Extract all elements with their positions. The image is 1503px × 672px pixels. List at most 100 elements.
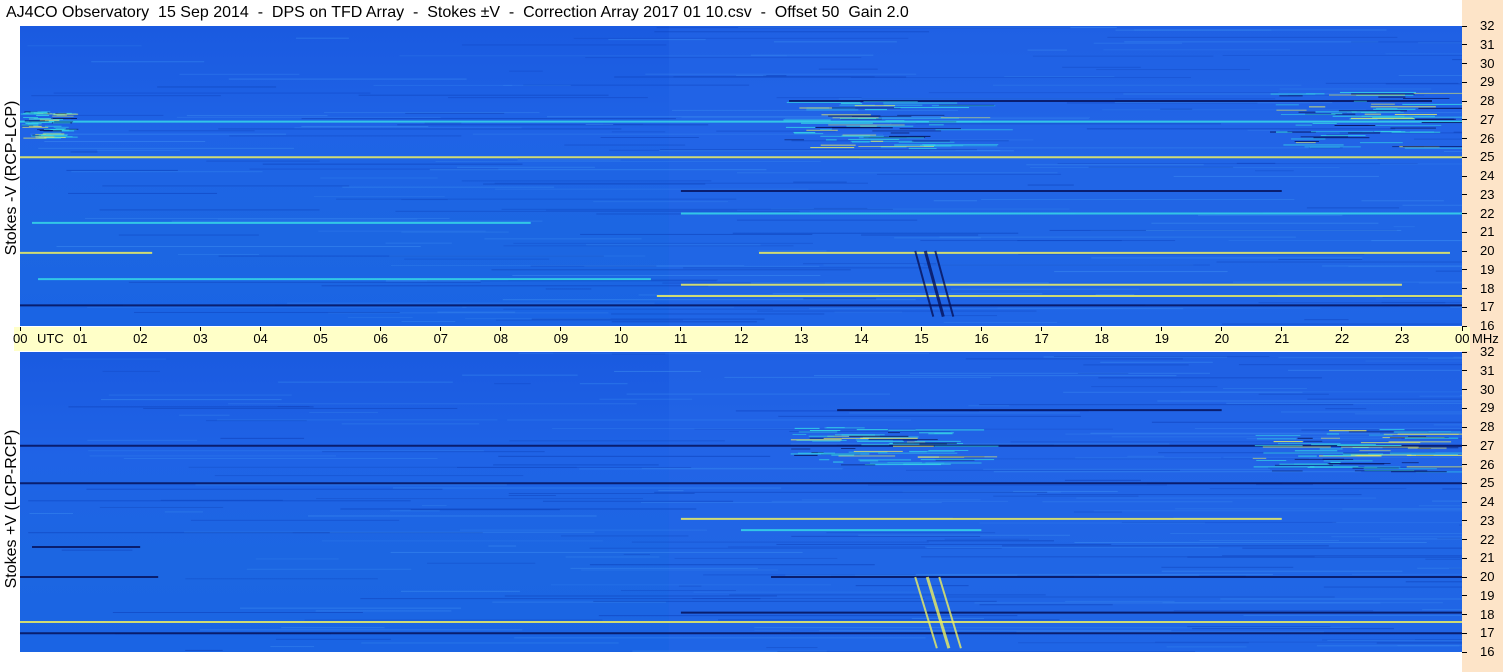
noise-streak [509, 70, 543, 72]
mhz-tick-mark [1462, 614, 1467, 615]
mhz-tick-label: 30 [1480, 381, 1495, 397]
noise-streak [674, 557, 838, 559]
noise-streak [772, 293, 1043, 295]
mhz-tick-mark [1462, 231, 1467, 233]
mhz-tick-mark [1462, 426, 1467, 428]
patch-streak [43, 128, 65, 130]
noise-streak [275, 638, 391, 640]
noise-streak [1375, 298, 1462, 300]
noise-streak [834, 311, 903, 313]
noise-streak [1095, 294, 1135, 296]
mhz-tick-mark [1462, 482, 1467, 484]
patch-streak [916, 121, 982, 123]
noise-streak [1209, 488, 1407, 490]
noise-streak [457, 466, 692, 468]
patch-streak [849, 435, 909, 437]
patch-streak [1298, 111, 1316, 113]
patch-streak [931, 105, 996, 107]
noise-streak [1192, 628, 1394, 630]
patch-streak [825, 139, 837, 141]
noise-streak [1452, 59, 1462, 61]
noise-streak [1307, 398, 1462, 400]
noise-streak [360, 598, 761, 600]
noise-streak [199, 629, 523, 631]
noise-streak [1331, 536, 1462, 538]
noise-streak [818, 68, 878, 70]
utc-tick-label: 18 [1094, 331, 1109, 346]
noise-streak [118, 234, 259, 236]
patch-streak [1364, 466, 1401, 468]
noise-streak [906, 469, 1180, 471]
noise-streak [509, 440, 725, 442]
noise-streak [518, 352, 930, 354]
noise-streak [171, 220, 543, 222]
noise-streak [1223, 456, 1462, 458]
mhz-tick-mark [1462, 175, 1467, 177]
patch-streak [809, 430, 841, 432]
noise-streak [1450, 306, 1462, 308]
patch-streak [832, 117, 879, 119]
mhz-tick-mark [1462, 288, 1467, 289]
noise-streak [1161, 566, 1294, 568]
noise-streak [979, 604, 1113, 606]
spectral-line [680, 611, 1462, 614]
patch-streak [29, 118, 53, 120]
noise-streak [316, 498, 644, 500]
patch-streak [833, 461, 844, 463]
noise-streak [1365, 360, 1462, 362]
patch-streak [1359, 142, 1403, 144]
patch-streak [1298, 455, 1317, 457]
mhz-tick-mark [1462, 389, 1467, 390]
noise-streak [1083, 364, 1189, 366]
noise-streak [1030, 166, 1340, 168]
noise-streak [190, 519, 400, 521]
patch-streak [854, 105, 896, 107]
noise-streak [598, 615, 1018, 617]
noise-streak [867, 484, 1167, 486]
spectral-line [20, 304, 1462, 307]
noise-streak [512, 275, 821, 277]
noise-streak [1435, 270, 1462, 272]
noise-streak [861, 234, 979, 236]
patch-streak [898, 141, 955, 143]
noise-streak [729, 594, 1046, 596]
patch-streak [1334, 124, 1376, 126]
noise-streak [1419, 395, 1462, 397]
noise-streak [255, 558, 339, 560]
noise-streak [228, 403, 637, 405]
noise-streak [724, 376, 991, 378]
noise-streak [968, 405, 1010, 407]
noise-streak [809, 308, 1184, 310]
noise-streak [1304, 319, 1349, 321]
noise-streak [508, 492, 695, 494]
noise-streak [573, 37, 909, 39]
noise-streak [61, 549, 133, 551]
utc-tick-label: 23 [1394, 331, 1410, 346]
noise-streak [342, 186, 555, 188]
patch-streak [869, 462, 945, 464]
patch-streak [51, 118, 78, 120]
spectral-line [32, 221, 531, 224]
mhz-tick-mark [1462, 119, 1467, 121]
mhz-tick-mark [1462, 501, 1467, 503]
patch-streak [858, 137, 925, 139]
patch-streak [1263, 452, 1344, 454]
noise-streak [68, 192, 218, 194]
noise-streak [593, 201, 728, 203]
spectral-line [20, 482, 1462, 485]
noise-streak [278, 381, 453, 383]
patch-streak [24, 120, 45, 122]
mhz-tick-label: 17 [1480, 299, 1495, 315]
noise-streak [981, 199, 1295, 201]
noise-streak [88, 450, 484, 452]
noise-streak [926, 540, 1054, 542]
noise-streak [979, 522, 1205, 524]
noise-streak [658, 490, 684, 492]
mhz-tick-label: 29 [1480, 400, 1495, 416]
noise-streak [397, 124, 709, 126]
mhz-tick-mark [1462, 520, 1467, 522]
patch-streak [920, 459, 995, 461]
patch-streak [853, 450, 903, 452]
patch-streak [810, 147, 855, 149]
noise-streak [581, 569, 778, 571]
